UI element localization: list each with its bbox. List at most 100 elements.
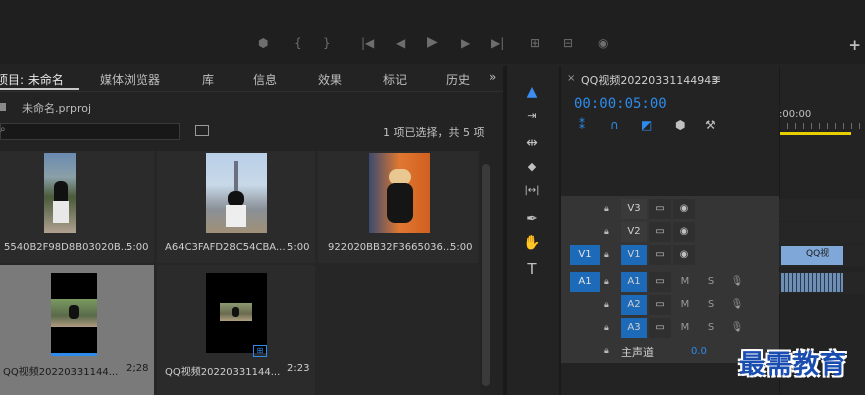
clip-thumbnail xyxy=(51,273,97,353)
clip-item[interactable]: 5540B2F98D8B03020B... 5:00 xyxy=(0,151,154,263)
sync-icon[interactable]: ▭ xyxy=(649,318,671,338)
mute-button[interactable]: M xyxy=(677,272,693,292)
tab-effects[interactable]: 效果 xyxy=(318,71,342,88)
wrench-icon[interactable]: ⚒ xyxy=(705,118,716,132)
tab-markers[interactable]: 标记 xyxy=(383,71,407,88)
lock-icon[interactable]: 🔒︎ xyxy=(604,277,609,287)
lock-icon[interactable]: 🔒︎ xyxy=(604,227,609,237)
overwrite-icon[interactable]: ⊟ xyxy=(563,36,573,50)
solo-button[interactable]: S xyxy=(703,272,719,292)
microphone-icon[interactable]: 🎙︎ xyxy=(729,318,745,338)
new-bin-icon[interactable] xyxy=(195,125,209,136)
lock-icon[interactable]: 🔒︎ xyxy=(604,323,609,333)
lock-icon[interactable]: 🔒︎ xyxy=(604,300,609,310)
add-marker-icon[interactable]: ⬢ xyxy=(675,118,685,132)
microphone-icon[interactable]: 🎙︎ xyxy=(729,272,745,292)
video-clip[interactable]: QQ视 xyxy=(781,246,843,265)
master-volume-value[interactable]: 0.0 xyxy=(691,346,707,357)
linked-selection-icon[interactable]: ◩ xyxy=(641,118,652,132)
time-ruler[interactable] xyxy=(779,123,865,129)
razor-tool-icon[interactable]: ◆ xyxy=(521,160,543,180)
marker-icon[interactable]: ⬢ xyxy=(258,36,268,50)
panel-menu-icon[interactable]: ≡ xyxy=(711,72,721,86)
lock-icon[interactable]: 🔒︎ xyxy=(604,346,609,356)
sync-icon[interactable]: ▭ xyxy=(649,295,671,315)
clip-duration: 2:23 xyxy=(287,363,310,374)
sync-icon[interactable]: ▭ xyxy=(649,272,671,292)
project-file-name: 未命名.prproj xyxy=(22,102,92,115)
lane-v3[interactable] xyxy=(779,199,865,221)
solo-button[interactable]: S xyxy=(703,295,719,315)
mute-button[interactable]: M xyxy=(677,295,693,315)
track-headers: 🔒︎ V3 ▭ ◉ 🔒︎ V2 ▭ ◉ V1 🔒︎ V1 ▭ ◉ A1 🔒︎ A… xyxy=(561,196,779,363)
lock-icon[interactable]: 🔒︎ xyxy=(604,250,609,260)
tab-history[interactable]: 历史 xyxy=(446,71,470,88)
selection-tool-icon[interactable]: ▲ xyxy=(521,84,543,104)
mark-out-icon[interactable]: } xyxy=(323,36,331,50)
hand-tool-icon[interactable]: ✋ xyxy=(521,235,543,255)
tab-libraries[interactable]: 库 xyxy=(202,71,214,88)
clip-item[interactable]: ⊞ QQ视频20220331144... 2:23 xyxy=(157,265,315,395)
track-name[interactable]: V2 xyxy=(621,222,647,242)
track-name[interactable]: A3 xyxy=(621,318,647,338)
insert-icon[interactable]: ⊞ xyxy=(530,36,540,50)
clip-thumbnail xyxy=(369,153,430,233)
go-to-in-icon[interactable]: |◀ xyxy=(361,36,374,50)
eye-icon[interactable]: ◉ xyxy=(673,199,695,219)
slip-tool-icon[interactable]: |↔| xyxy=(521,185,543,205)
step-forward-icon[interactable]: ▶ xyxy=(461,36,470,50)
audio-clip[interactable] xyxy=(781,273,843,292)
snap-icon[interactable]: ∩ xyxy=(610,118,619,132)
work-area-bar[interactable] xyxy=(779,132,851,135)
track-select-tool-icon[interactable]: ⇥ xyxy=(521,109,543,129)
vertical-scrollbar[interactable] xyxy=(482,164,490,386)
tab-info[interactable]: 信息 xyxy=(253,71,277,88)
source-patch-a1[interactable]: A1 xyxy=(570,272,600,292)
tools-panel: ▲ ⇥ ⇹ ◆ |↔| ✒ ✋ T xyxy=(503,66,559,395)
source-patch-v1[interactable]: V1 xyxy=(570,245,600,265)
ripple-edit-tool-icon[interactable]: ⇹ xyxy=(521,135,543,155)
more-tabs-icon[interactable]: » xyxy=(489,70,496,84)
sync-icon[interactable]: ▭ xyxy=(649,245,671,265)
clip-duration: 2;28 xyxy=(126,363,149,374)
mark-in-icon[interactable]: { xyxy=(294,36,302,50)
solo-button[interactable]: S xyxy=(703,318,719,338)
track-name[interactable]: V3 xyxy=(621,199,647,219)
go-to-out-icon[interactable]: ▶| xyxy=(491,36,504,50)
clip-name: 922020BB32F3665036... xyxy=(328,242,453,253)
clip-item[interactable]: 922020BB32F3665036... 5:00 xyxy=(318,151,478,263)
clip-item[interactable]: A64C3FAFD28C54CBA... 5:00 xyxy=(157,151,315,263)
project-file-icon xyxy=(0,103,6,111)
lock-icon[interactable]: 🔒︎ xyxy=(604,204,609,214)
export-frame-icon[interactable]: ◉ xyxy=(598,36,608,50)
sync-icon[interactable]: ▭ xyxy=(649,222,671,242)
clip-thumbnail xyxy=(206,153,267,233)
tab-media-browser[interactable]: 媒体浏览器 xyxy=(100,71,160,88)
track-name[interactable]: V1 xyxy=(621,245,647,265)
play-icon[interactable]: ▶ xyxy=(427,34,438,50)
clip-item-selected[interactable]: QQ视频20220331144... 2;28 xyxy=(0,265,154,395)
add-button[interactable]: + xyxy=(848,36,861,54)
step-back-icon[interactable]: ◀ xyxy=(396,36,405,50)
sync-icon[interactable]: ▭ xyxy=(649,199,671,219)
tab-project[interactable]: 项目: 未命名 xyxy=(0,71,64,88)
sequence-icon: ⊞ xyxy=(253,345,267,357)
clip-duration: 5:00 xyxy=(126,242,149,253)
eye-icon[interactable]: ◉ xyxy=(673,245,695,265)
clip-name: A64C3FAFD28C54CBA... xyxy=(165,242,286,253)
playhead-timecode[interactable]: 00:00:05:00 xyxy=(574,96,667,112)
sequence-title[interactable]: QQ视频20220331144943 xyxy=(581,72,718,88)
active-tab-underline xyxy=(0,88,79,90)
type-tool-icon[interactable]: T xyxy=(521,260,543,280)
microphone-icon[interactable]: 🎙︎ xyxy=(729,295,745,315)
track-name[interactable]: A1 xyxy=(621,272,647,292)
eye-icon[interactable]: ◉ xyxy=(673,222,695,242)
nest-icon[interactable]: ⁑ xyxy=(579,118,585,132)
close-icon[interactable]: × xyxy=(567,73,575,84)
pen-tool-icon[interactable]: ✒ xyxy=(521,211,543,231)
track-v1: V1 🔒︎ V1 ▭ ◉ xyxy=(561,245,779,267)
search-input[interactable] xyxy=(0,123,180,140)
lane-v2[interactable] xyxy=(779,222,865,244)
mute-button[interactable]: M xyxy=(677,318,693,338)
track-name[interactable]: A2 xyxy=(621,295,647,315)
